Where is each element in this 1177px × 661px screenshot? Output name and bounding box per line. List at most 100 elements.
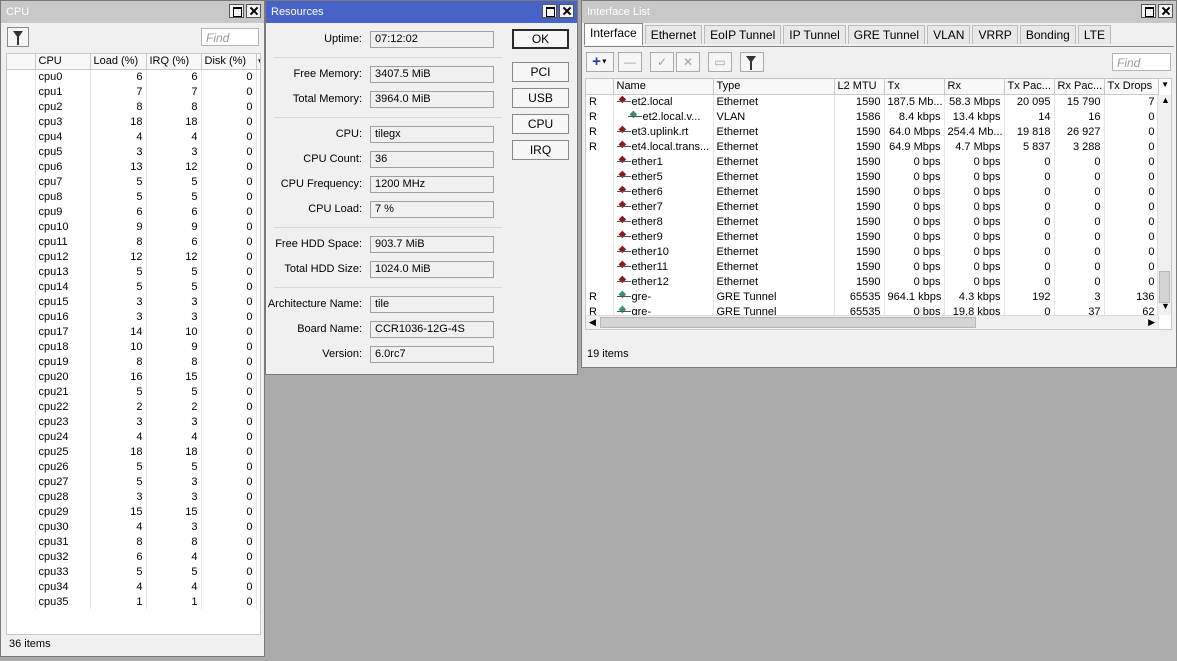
table-row[interactable]: cpu21 5 5 0 <box>7 384 260 399</box>
table-row[interactable]: cpu11 8 6 0 <box>7 234 260 249</box>
column-header-disk[interactable]: Disk (%) <box>201 54 257 70</box>
maximize-icon[interactable] <box>542 4 557 18</box>
hscroll-thumb[interactable] <box>600 317 976 328</box>
column-header-cpu[interactable]: CPU <box>35 54 91 70</box>
close-icon[interactable] <box>559 4 574 18</box>
resource-value[interactable]: 3407.5 MiB <box>370 66 494 83</box>
column-header-irq[interactable]: IRQ (%) <box>146 54 202 70</box>
table-row[interactable]: Ret3.uplink.rt Ethernet159064.0 Mbps254.4… <box>586 124 1159 139</box>
table-row[interactable]: ether6Ethernet15900 bps0 bps000 <box>586 184 1159 199</box>
add-button[interactable]: +▼ <box>586 52 614 72</box>
maximize-icon[interactable] <box>1141 4 1156 18</box>
scroll-right-icon[interactable]: ▶ <box>1148 317 1155 328</box>
horizontal-scrollbar[interactable]: ◀ ▶ <box>586 315 1158 329</box>
filter-button[interactable] <box>740 52 764 72</box>
table-row[interactable]: ether9Ethernet15900 bps0 bps000 <box>586 229 1159 244</box>
tab-vrrp[interactable]: VRRP <box>972 25 1018 44</box>
table-row[interactable]: cpu7 5 5 0 <box>7 174 260 189</box>
table-row[interactable]: Ret2.local.v... VLAN15868.4 kbps13.4 kbps… <box>586 109 1159 124</box>
table-row[interactable]: ether5Ethernet15900 bps0 bps000 <box>586 169 1159 184</box>
resource-value[interactable]: 3964.0 MiB <box>370 91 494 108</box>
column-header-tx-packets[interactable]: Tx Pac... <box>1004 79 1055 95</box>
resources-window-titlebar[interactable]: Resources <box>266 1 577 23</box>
maximize-icon[interactable] <box>229 4 244 18</box>
resource-value[interactable]: 1200 MHz <box>370 176 494 193</box>
close-icon[interactable] <box>1158 4 1173 18</box>
table-row[interactable]: cpu25 18 18 0 <box>7 444 260 459</box>
table-row[interactable]: cpu22 2 2 0 <box>7 399 260 414</box>
table-row[interactable]: ether12Ethernet15900 bps0 bps000 <box>586 274 1159 289</box>
table-row[interactable]: cpu20 16 15 0 <box>7 369 260 384</box>
tab-ethernet[interactable]: Ethernet <box>644 25 703 44</box>
vertical-scrollbar[interactable]: ▲ ▼ <box>1157 95 1171 315</box>
tab-gre-tunnel[interactable]: GRE Tunnel <box>847 25 926 44</box>
table-row[interactable]: cpu28 3 3 0 <box>7 489 260 504</box>
scroll-left-icon[interactable]: ◀ <box>589 317 596 328</box>
table-row[interactable]: ether8Ethernet15900 bps0 bps000 <box>586 214 1159 229</box>
table-row[interactable]: cpu6 13 12 0 <box>7 159 260 174</box>
column-header-name[interactable]: Name <box>613 79 714 95</box>
table-row[interactable]: ether1Ethernet15900 bps0 bps000 <box>586 154 1159 169</box>
tab-vlan[interactable]: VLAN <box>927 25 971 44</box>
find-input[interactable]: Find <box>201 28 259 46</box>
irq-button[interactable]: IRQ <box>512 140 569 160</box>
table-row[interactable]: cpu0 6 6 0 <box>7 69 260 84</box>
table-row[interactable]: cpu29 15 15 0 <box>7 504 260 519</box>
resource-value[interactable]: tile <box>370 296 494 313</box>
column-header-type[interactable]: Type <box>713 79 835 95</box>
column-header-tx-drops[interactable]: Tx Drops <box>1104 79 1159 95</box>
ok-button[interactable]: OK <box>512 29 569 49</box>
enable-button[interactable]: ✓ <box>650 52 674 72</box>
table-row[interactable]: cpu17 14 10 0 <box>7 324 260 339</box>
table-row[interactable]: cpu12 12 12 0 <box>7 249 260 264</box>
column-header-l2mtu[interactable]: L2 MTU <box>834 79 885 95</box>
table-row[interactable]: cpu1 7 7 0 <box>7 84 260 99</box>
table-row[interactable]: cpu26 5 5 0 <box>7 459 260 474</box>
tab-lte[interactable]: LTE <box>1077 25 1111 44</box>
column-menu-icon[interactable]: ▼ <box>1161 80 1169 89</box>
table-row[interactable]: cpu4 4 4 0 <box>7 129 260 144</box>
pci-button[interactable]: PCI <box>512 62 569 82</box>
column-header-load[interactable]: Load (%) <box>90 54 147 70</box>
tab-interface[interactable]: Interface <box>584 23 643 45</box>
table-row[interactable]: Ret2.local Ethernet1590187.5 Mb...58.3 Mb… <box>586 94 1159 109</box>
table-row[interactable]: cpu3 18 18 0 <box>7 114 260 129</box>
tab-eoip-tunnel[interactable]: EoIP Tunnel <box>704 25 782 44</box>
usb-button[interactable]: USB <box>512 88 569 108</box>
interface-window-titlebar[interactable]: Interface List <box>582 1 1176 23</box>
scroll-down-icon[interactable]: ▼ <box>1161 301 1170 311</box>
table-row[interactable]: cpu32 6 4 0 <box>7 549 260 564</box>
column-header-tx[interactable]: Tx <box>884 79 945 95</box>
table-row[interactable]: cpu2 8 8 0 <box>7 99 260 114</box>
table-row[interactable]: cpu35 1 1 0 <box>7 594 260 609</box>
filter-button[interactable] <box>7 27 29 47</box>
table-row[interactable]: cpu9 6 6 0 <box>7 204 260 219</box>
resource-value[interactable]: 7 % <box>370 201 494 218</box>
resource-value[interactable]: 07:12:02 <box>370 31 494 48</box>
table-row[interactable]: cpu31 8 8 0 <box>7 534 260 549</box>
table-row[interactable]: cpu27 5 3 0 <box>7 474 260 489</box>
column-header-rx[interactable]: Rx <box>944 79 1005 95</box>
table-row[interactable]: Rgre- GRE Tunnel65535964.1 kbps4.3 kbps19… <box>586 289 1159 304</box>
table-row[interactable]: cpu14 5 5 0 <box>7 279 260 294</box>
find-input[interactable]: Find <box>1112 53 1171 71</box>
tab-ip-tunnel[interactable]: IP Tunnel <box>783 25 846 44</box>
table-row[interactable]: cpu10 9 9 0 <box>7 219 260 234</box>
resource-value[interactable]: tilegx <box>370 126 494 143</box>
table-row[interactable]: ether7Ethernet15900 bps0 bps000 <box>586 199 1159 214</box>
table-row[interactable]: cpu8 5 5 0 <box>7 189 260 204</box>
resource-value[interactable]: 903.7 MiB <box>370 236 494 253</box>
table-row[interactable]: Ret4.local.trans...Ethernet159064.9 Mbps… <box>586 139 1159 154</box>
table-row[interactable]: cpu34 4 4 0 <box>7 579 260 594</box>
table-row[interactable]: cpu18 10 9 0 <box>7 339 260 354</box>
table-row[interactable]: cpu30 4 3 0 <box>7 519 260 534</box>
table-row[interactable]: ether10Ethernet15900 bps0 bps000 <box>586 244 1159 259</box>
disable-button[interactable]: ✕ <box>676 52 700 72</box>
table-row[interactable]: cpu23 3 3 0 <box>7 414 260 429</box>
column-menu-icon[interactable]: ▼ <box>256 54 260 70</box>
scroll-thumb[interactable] <box>1159 271 1170 303</box>
column-header-flags[interactable] <box>586 79 614 95</box>
table-row[interactable]: cpu15 3 3 0 <box>7 294 260 309</box>
table-row[interactable]: cpu13 5 5 0 <box>7 264 260 279</box>
tab-bonding[interactable]: Bonding <box>1019 25 1076 44</box>
